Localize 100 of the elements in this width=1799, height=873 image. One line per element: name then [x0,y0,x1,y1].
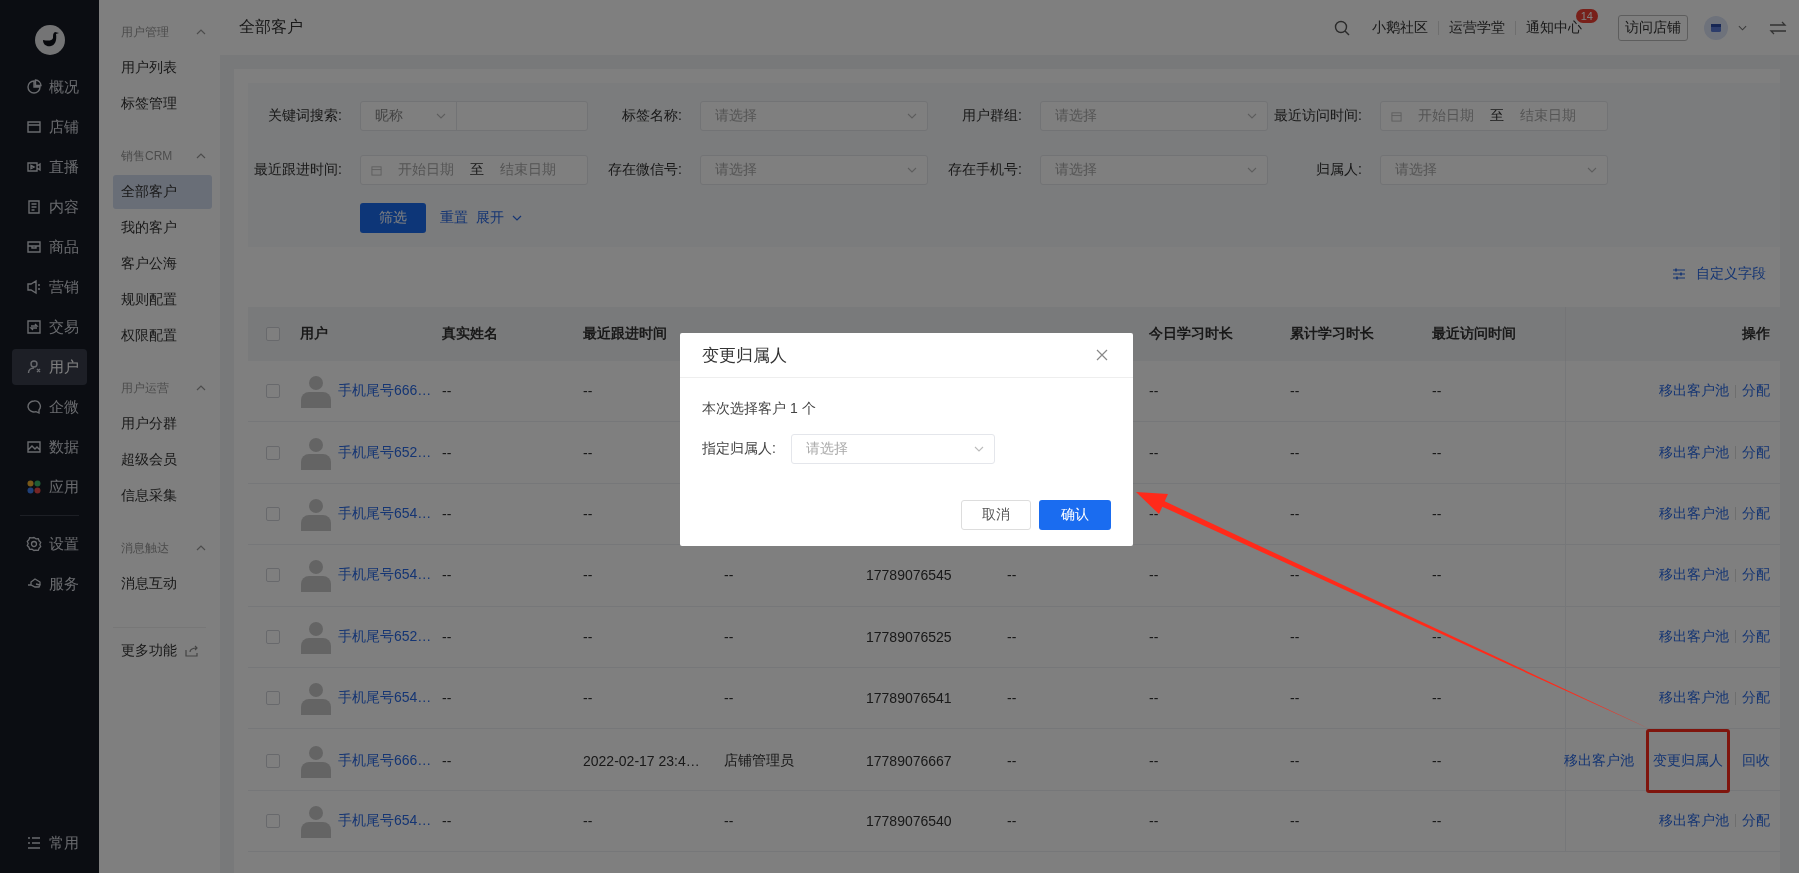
keyword-field[interactable]: 昵称 [360,101,588,131]
dialog-title: 变更归属人 [702,344,787,367]
sidebar-item[interactable]: 商品 [12,229,87,265]
sidebar-item[interactable]: 企微 [12,389,87,425]
nav-item[interactable]: 权限配置 [113,319,212,353]
sidebar-item[interactable]: 设置 [12,526,87,562]
document-icon [26,199,42,215]
table-cell: -- [583,628,593,645]
avatar[interactable] [1704,15,1728,40]
user-link[interactable]: 手机尾号666… [338,382,432,401]
cancel-button[interactable]: 取消 [961,500,1031,530]
column-header: 今日学习时长 [1148,325,1234,343]
confirm-button[interactable]: 确认 [1039,500,1111,530]
chevron-icon [196,385,206,391]
table-cell: -- [1290,812,1300,829]
table-cell: -- [1149,567,1159,584]
action-link[interactable]: 移出客户池 [1659,382,1729,401]
action-link[interactable]: 变更归属人 [1653,752,1723,771]
table-cell: -- [442,690,452,707]
image-icon [26,439,42,455]
action-link[interactable]: 回收 [1742,752,1770,771]
action-link[interactable]: 移出客户池 [1659,689,1729,708]
sidebar-item[interactable]: 服务 [12,566,87,602]
action-link[interactable]: 移出客户池 [1659,566,1729,585]
table-cell: -- [724,567,734,584]
avatar-icon [298,374,334,409]
table-cell: -- [442,505,452,522]
expand-link[interactable]: 展开 [476,209,504,227]
chevron-icon [436,113,446,119]
user-link[interactable]: 手机尾号652… [338,443,432,462]
chevron-icon [907,113,917,119]
nav-item[interactable]: 规则配置 [113,283,212,317]
user-link[interactable]: 手机尾号654… [338,504,432,523]
nav-item[interactable]: 用户分群 [113,407,212,441]
action-link[interactable]: 移出客户池 [1659,811,1729,830]
table-cell: -- [442,383,452,400]
action-link[interactable]: 分配 [1742,504,1770,523]
custom-fields-link[interactable]: 自定义字段 [1696,265,1766,283]
sidebar-item[interactable]: 数据 [12,429,87,465]
action-link[interactable]: 分配 [1742,627,1770,646]
user-link[interactable]: 手机尾号654… [338,566,432,585]
sidebar-item[interactable]: 交易 [12,309,87,345]
nav-item[interactable]: 用户列表 [113,51,212,85]
action-link[interactable]: 分配 [1742,443,1770,462]
table-cell: -- [1432,690,1442,707]
user-link[interactable]: 手机尾号652… [338,627,432,646]
owner-select[interactable]: 请选择 [790,434,995,464]
header-link[interactable]: 运营学堂 [1449,18,1505,37]
table-cell: -- [1149,505,1159,522]
sidebar-item[interactable]: 用户 [12,349,87,385]
close-icon[interactable] [1096,349,1108,361]
switch-icon[interactable] [1769,20,1787,35]
sidebar-item[interactable]: 应用 [12,469,87,505]
reset-link[interactable]: 重置 [440,209,468,227]
nav-item[interactable]: 标签管理 [113,87,212,121]
action-link[interactable]: 移出客户池 [1659,443,1729,462]
nav-item[interactable]: 超级会员 [113,443,212,477]
table-cell: -- [1290,753,1300,770]
avatar-icon [298,619,334,654]
table-cell: -- [1007,628,1017,645]
sidebar-item[interactable]: 店铺 [12,109,87,145]
sidebar-item[interactable]: 概况 [12,69,87,105]
avatar-icon [298,558,334,593]
search-icon[interactable] [1334,19,1350,36]
table-cell: -- [1432,812,1442,829]
nav-item[interactable]: 信息采集 [113,479,212,513]
sidebar-item[interactable]: 常用 [12,825,87,861]
nav-item[interactable]: 我的客户 [113,211,212,245]
visit-store-button[interactable]: 访问店铺 [1618,14,1688,41]
filter-button[interactable]: 筛选 [360,203,426,233]
table-cell: -- [1432,753,1442,770]
caret-icon[interactable] [1738,24,1747,31]
user-link[interactable]: 手机尾号654… [338,811,432,830]
action-link[interactable]: 分配 [1742,811,1770,830]
user-link[interactable]: 手机尾号654… [338,689,432,708]
user-link[interactable]: 手机尾号666… [338,752,432,771]
action-link[interactable]: 分配 [1742,689,1770,708]
filter-label: 标签名称: [621,107,683,125]
column-header: 最近跟进时间 [582,325,668,343]
chevron-icon [196,545,206,551]
nav-item[interactable]: 消息互动 [113,567,212,601]
header-link[interactable]: 小鹅社区 [1372,18,1428,37]
avatar-icon [298,681,334,716]
nav-item[interactable]: 客户公海 [113,247,212,281]
action-link[interactable]: 移出客户池 [1564,752,1634,771]
sidebar-item[interactable]: 直播 [12,149,87,185]
action-link[interactable]: 移出客户池 [1659,627,1729,646]
action-link[interactable]: 分配 [1742,566,1770,585]
action-link[interactable]: 分配 [1742,382,1770,401]
nav-item[interactable]: 全部客户 [113,175,212,209]
table-cell: -- [724,628,734,645]
table-cell: -- [442,812,452,829]
table-cell: -- [1432,628,1442,645]
sidebar-item[interactable]: 内容 [12,189,87,225]
sidebar-item[interactable]: 营销 [12,269,87,305]
table-cell: 店铺管理员 [724,752,794,769]
page-title: 全部客户 [239,17,303,37]
action-link[interactable]: 移出客户池 [1659,504,1729,523]
more-link[interactable]: 更多功能 [121,642,177,660]
field-select[interactable]: 昵称 [375,107,403,125]
